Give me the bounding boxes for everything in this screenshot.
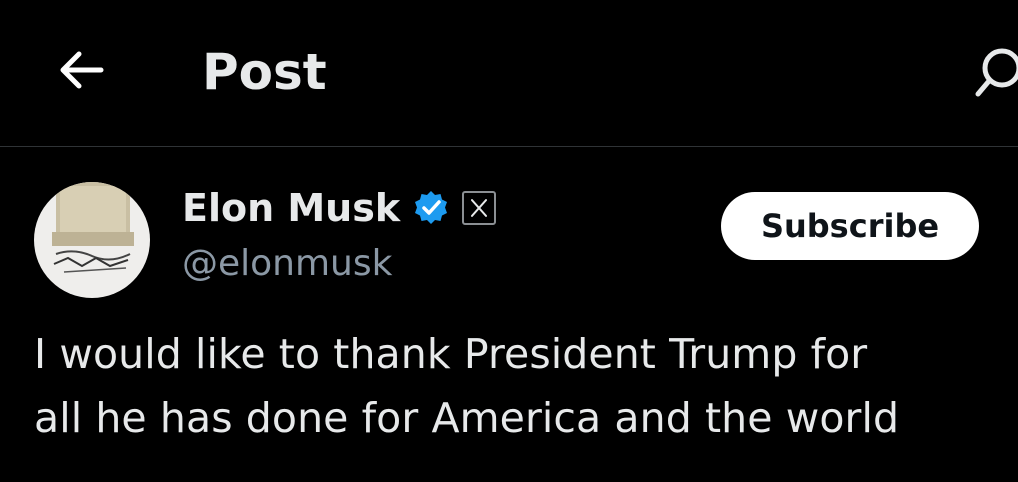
post-author: Elon Musk @elonmusk [182, 184, 497, 290]
header-divider [0, 146, 1018, 147]
avatar[interactable] [34, 182, 150, 298]
profile-avatar-image [34, 182, 150, 298]
search-icon [975, 48, 1018, 97]
search-button[interactable] [972, 42, 1018, 102]
post-text: I would like to thank President Trump fo… [34, 330, 900, 442]
subscribe-button[interactable]: Subscribe [721, 192, 979, 260]
author-name-row: Elon Musk [182, 184, 497, 232]
author-handle[interactable]: @elonmusk [182, 238, 496, 290]
top-navigation-bar: Post [0, 0, 1018, 146]
back-button[interactable] [44, 40, 116, 100]
verified-badge-icon[interactable] [412, 189, 450, 227]
author-display-name[interactable]: Elon Musk [182, 184, 400, 232]
arrow-left-icon [60, 51, 104, 89]
page-title: Post [202, 43, 327, 101]
x-logo-icon[interactable] [462, 191, 497, 225]
